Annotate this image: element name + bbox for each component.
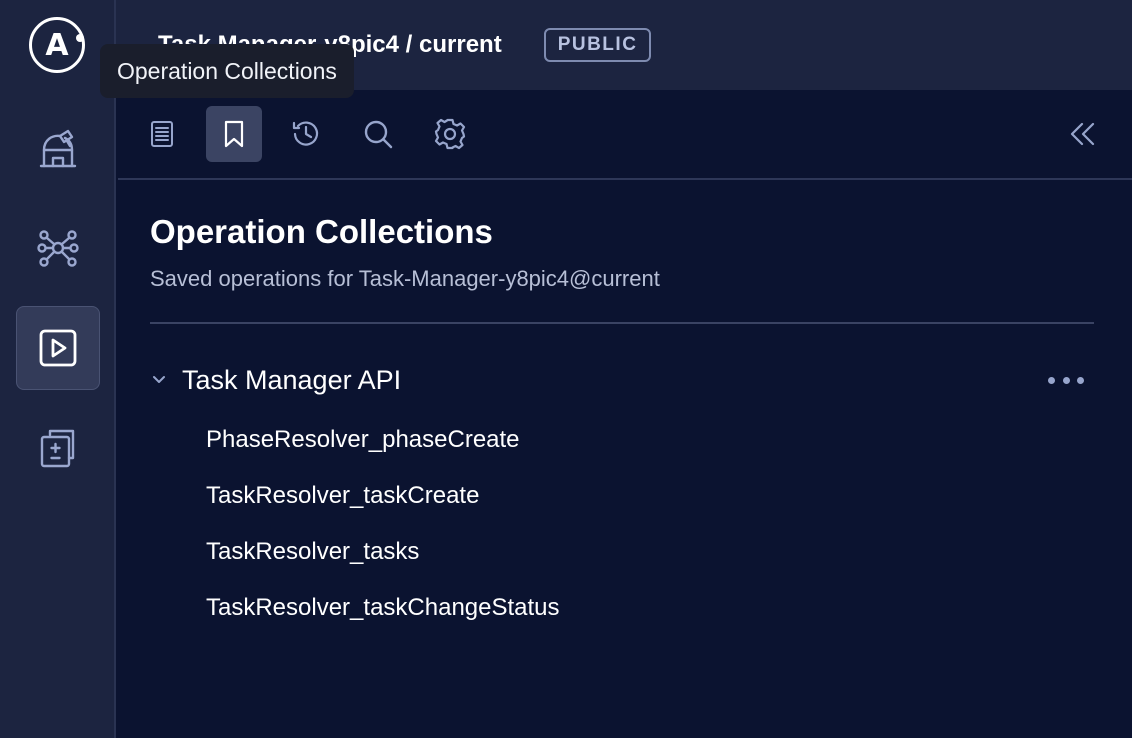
- search-button[interactable]: [350, 106, 406, 162]
- logo-container[interactable]: A: [0, 0, 116, 90]
- collection-header[interactable]: Task Manager API: [150, 360, 1094, 400]
- apollo-logo-icon: A: [29, 17, 85, 73]
- left-nav: [0, 90, 116, 738]
- divider: [150, 322, 1094, 324]
- visibility-badge: PUBLIC: [543, 28, 652, 62]
- documentation-button[interactable]: [134, 106, 190, 162]
- search-icon: [364, 120, 393, 149]
- list-item[interactable]: TaskResolver_taskCreate: [206, 482, 479, 510]
- nav-explorer-home[interactable]: [16, 108, 100, 192]
- gear-icon: [434, 118, 466, 150]
- list-item[interactable]: TaskResolver_taskChangeStatus: [206, 594, 560, 622]
- collections-button[interactable]: [206, 106, 262, 162]
- bookmark-icon: [224, 120, 244, 148]
- more-options-icon[interactable]: [1048, 368, 1084, 392]
- page-subtitle: Saved operations for Task-Manager-y8pic4…: [150, 266, 660, 291]
- document-icon: [151, 121, 173, 147]
- collapse-panel-button[interactable]: [1054, 106, 1110, 162]
- history-icon: [292, 121, 319, 146]
- history-button[interactable]: [278, 106, 334, 162]
- nav-changelog[interactable]: [16, 406, 100, 490]
- settings-button[interactable]: [422, 106, 478, 162]
- chevron-down-icon[interactable]: [150, 371, 168, 389]
- nav-schema[interactable]: [16, 206, 100, 290]
- graph-nodes-icon: [37, 230, 79, 267]
- explorer-toolbar: [118, 90, 1132, 180]
- double-chevron-left-icon: [1070, 122, 1095, 146]
- play-square-icon: [39, 329, 77, 367]
- nav-explorer[interactable]: [16, 306, 100, 390]
- observatory-icon: [39, 129, 77, 168]
- page-title: Operation Collections: [150, 213, 493, 250]
- list-item[interactable]: TaskResolver_tasks: [206, 538, 419, 566]
- logo-letter: A: [45, 27, 69, 63]
- list-item[interactable]: PhaseResolver_phaseCreate: [206, 426, 520, 454]
- diff-document-icon: [40, 429, 75, 468]
- collection-name[interactable]: Task Manager API: [182, 365, 401, 396]
